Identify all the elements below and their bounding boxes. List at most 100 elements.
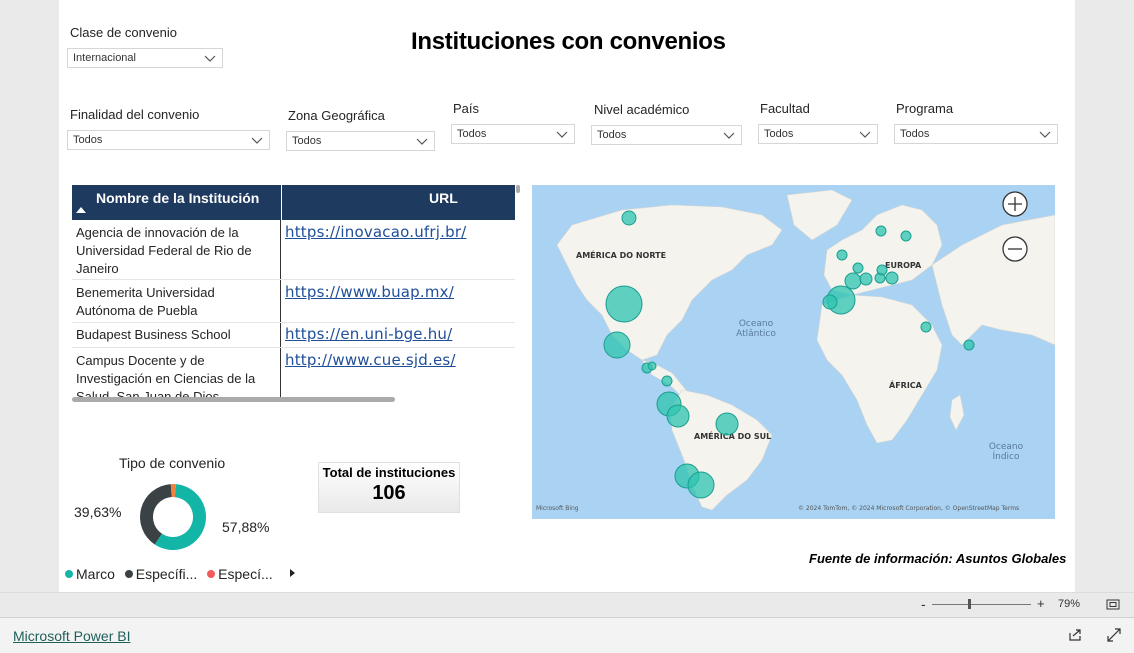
zoom-out-button[interactable]	[1002, 236, 1028, 262]
map-bubble[interactable]	[603, 331, 631, 359]
fit-to-page-icon[interactable]	[1106, 599, 1120, 610]
zoom-slider-track[interactable]	[932, 604, 1031, 605]
map-label-north-america: AMÉRICA DO NORTE	[576, 249, 666, 260]
institutions-table: Nombre de la Institución URL Agencia de …	[72, 185, 515, 397]
legend-label: Especí...	[218, 566, 273, 582]
column-header-name[interactable]: Nombre de la Institución	[72, 185, 280, 220]
slicer-nivel-value: Todos	[597, 129, 627, 141]
legend-dot	[207, 570, 216, 578]
chevron-down-icon	[1039, 131, 1051, 138]
map-bubble[interactable]	[822, 294, 838, 310]
slicer-clase-value: Internacional	[73, 52, 136, 64]
institution-url-link[interactable]: https://en.uni-bge.hu/	[285, 325, 452, 343]
map-label-africa: ÁFRICA	[889, 379, 923, 390]
report-title: Instituciones con convenios	[411, 28, 726, 55]
slicer-zona-label: Zona Geográfica	[288, 108, 385, 123]
table-row[interactable]: Benemerita Universidad Autónoma de Puebl…	[72, 280, 515, 323]
map-bubble[interactable]	[852, 262, 864, 274]
legend-label: Específi...	[135, 566, 198, 582]
slicer-pais-dropdown[interactable]: Todos	[451, 124, 575, 144]
institution-name: Budapest Business School	[76, 327, 231, 342]
legend-dot	[124, 570, 133, 578]
slicer-clase-dropdown[interactable]: Internacional	[67, 48, 223, 68]
donut-label-left: 39,63%	[74, 504, 122, 520]
zoom-in-button[interactable]	[1002, 191, 1028, 217]
table-row[interactable]: Campus Docente y de Investigación en Cie…	[72, 348, 515, 397]
donut-title: Tipo de convenio	[119, 455, 226, 471]
slicer-nivel-dropdown[interactable]: Todos	[591, 125, 742, 145]
slicer-pais-value: Todos	[457, 128, 487, 140]
legend-next-arrow-icon[interactable]	[289, 568, 297, 578]
slicer-zona-dropdown[interactable]: Todos	[286, 131, 435, 151]
column-header-url[interactable]: URL	[281, 185, 515, 220]
map-bubble[interactable]	[715, 412, 739, 436]
table-row[interactable]: Agencia de innovación de la Universidad …	[72, 220, 515, 280]
table-vertical-scrollbar[interactable]	[516, 185, 520, 193]
slicer-finalidad-dropdown[interactable]: Todos	[67, 130, 270, 150]
institution-url-link[interactable]: https://inovacao.ufrj.br/	[285, 223, 466, 241]
share-icon[interactable]	[1068, 628, 1082, 642]
map-bubble[interactable]	[885, 271, 899, 285]
slicer-clase-label: Clase de convenio	[70, 25, 177, 40]
slicer-facultad-label: Facultad	[760, 101, 810, 116]
slicer-facultad-value: Todos	[764, 128, 794, 140]
map-label-europe: EUROPA	[885, 261, 922, 270]
map-bubble[interactable]	[900, 230, 912, 242]
chevron-down-icon	[723, 132, 735, 139]
map-brand: Microsoft Bing	[536, 505, 579, 512]
zoom-bar: - + 79%	[0, 592, 1134, 617]
donut-legend: Marco Específi... Especí...	[65, 566, 297, 582]
world-map[interactable]: AMÉRICA DO NORTE EUROPA ÁFRICA AMÉRICA D…	[532, 185, 1055, 519]
map-bubble[interactable]	[687, 471, 715, 499]
map-bubble[interactable]	[621, 210, 637, 226]
card-title: Total de instituciones	[322, 465, 456, 480]
table-horizontal-scrollbar[interactable]	[72, 397, 395, 402]
legend-item-especifico[interactable]: Específi...	[124, 566, 198, 582]
map-basemap: AMÉRICA DO NORTE EUROPA ÁFRICA AMÉRICA D…	[536, 189, 1055, 512]
map-bubble[interactable]	[859, 272, 873, 286]
report-canvas: Instituciones con convenios Clase de con…	[59, 0, 1075, 592]
map-bubble[interactable]	[661, 375, 673, 387]
institution-name: Agencia de innovación de la Universidad …	[76, 225, 252, 276]
institution-name: Campus Docente y de Investigación en Cie…	[76, 353, 256, 397]
map-bubble[interactable]	[875, 225, 887, 237]
chevron-down-icon	[416, 138, 428, 145]
table-header: Nombre de la Institución URL	[72, 185, 515, 220]
map-bubble[interactable]	[605, 285, 643, 323]
map-bubble[interactable]	[876, 264, 888, 276]
map-bubble[interactable]	[836, 249, 848, 261]
zoom-slider-thumb[interactable]	[968, 599, 971, 609]
donut-label-right: 57,88%	[222, 519, 270, 535]
card-value: 106	[372, 482, 406, 504]
institution-url-link[interactable]: https://www.buap.mx/	[285, 283, 454, 301]
map-label-atlantic-1: Oceano	[739, 319, 774, 329]
slicer-facultad-dropdown[interactable]: Todos	[758, 124, 878, 144]
map-bubble[interactable]	[963, 339, 975, 351]
zoom-out-control[interactable]: -	[921, 596, 926, 612]
chevron-down-icon	[251, 137, 263, 144]
map-bubble[interactable]	[844, 272, 862, 290]
map-label-indian-1: Oceano	[989, 442, 1024, 452]
map-label-atlantic-2: Atlântico	[736, 329, 776, 339]
fullscreen-icon[interactable]	[1107, 628, 1121, 642]
powerbi-link[interactable]: Microsoft Power BI	[13, 628, 130, 644]
slicer-finalidad-label: Finalidad del convenio	[70, 107, 200, 122]
slicer-zona-value: Todos	[292, 135, 322, 147]
legend-item-especial[interactable]: Especí...	[207, 566, 273, 582]
slicer-programa-dropdown[interactable]: Todos	[894, 124, 1058, 144]
map-bubble[interactable]	[920, 321, 932, 333]
institution-url-link[interactable]: http://www.cue.sjd.es/	[285, 351, 456, 369]
slicer-programa-value: Todos	[900, 128, 930, 140]
table-row[interactable]: Budapest Business School https://en.uni-…	[72, 323, 515, 348]
map-bubble[interactable]	[666, 404, 690, 428]
map-bubble[interactable]	[647, 361, 657, 371]
chevron-down-icon	[859, 131, 871, 138]
legend-item-marco[interactable]: Marco	[65, 566, 115, 582]
slicer-pais-label: País	[453, 101, 480, 116]
zoom-level: 79%	[1058, 598, 1081, 610]
donut-slice[interactable]	[140, 484, 172, 545]
map-label-indian-2: Índico	[992, 450, 1020, 462]
chevron-down-icon	[204, 55, 216, 62]
slicer-finalidad-value: Todos	[73, 134, 103, 146]
zoom-in-control[interactable]: +	[1037, 596, 1045, 611]
